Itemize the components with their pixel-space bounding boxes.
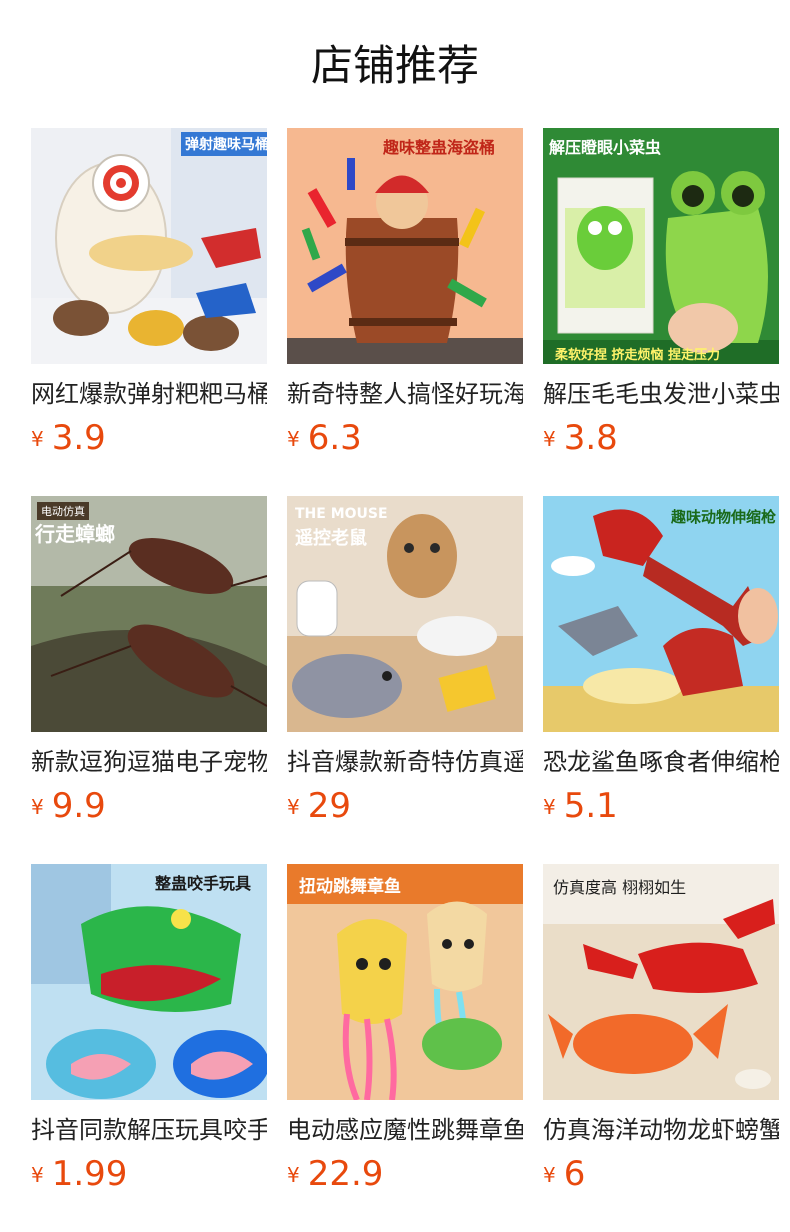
product-name[interactable]: 恐龙鲨鱼啄食者伸缩枪	[543, 746, 779, 778]
image-caption: 仿真度高 栩栩如生	[553, 878, 687, 897]
product-card[interactable]: 整蛊咬手玩具 抖音同款解压玩具咬手鳄鱼 ¥1.99	[31, 864, 267, 1194]
currency-symbol: ¥	[543, 1163, 556, 1187]
image-tag: THE MOUSE	[295, 506, 388, 522]
product-name[interactable]: 新奇特整人搞怪好玩海盗桶	[287, 378, 523, 410]
image-caption: 趣味整蛊海盗桶	[383, 138, 496, 157]
product-card[interactable]: 趣味动物伸缩枪 恐龙鲨鱼啄食者伸缩枪 ¥5.1	[543, 496, 779, 826]
currency-symbol: ¥	[31, 427, 44, 451]
product-grid: 弹射趣味马桶 网红爆款弹射粑粑马桶 ¥3.9 趣味整蛊海盗桶 新奇特整人搞怪好玩…	[31, 128, 779, 1194]
currency-symbol: ¥	[31, 1163, 44, 1187]
product-name[interactable]: 网红爆款弹射粑粑马桶	[31, 378, 267, 410]
product-image[interactable]: 扭动跳舞章鱼	[287, 864, 523, 1100]
product-name[interactable]: 电动感应魔性跳舞章鱼	[287, 1114, 523, 1146]
image-caption: 遥控老鼠	[295, 528, 367, 549]
image-caption: 趣味动物伸缩枪	[671, 508, 777, 526]
product-price: ¥6	[543, 1154, 585, 1194]
product-image[interactable]: 仿真度高 栩栩如生	[543, 864, 779, 1100]
product-image[interactable]: THE MOUSE 遥控老鼠	[287, 496, 523, 732]
dancing-octopus-icon	[287, 864, 523, 1100]
product-image[interactable]: 整蛊咬手玩具	[31, 864, 267, 1100]
image-caption: 整蛊咬手玩具	[155, 874, 252, 893]
dinosaur-grabber-icon	[543, 496, 779, 732]
product-card[interactable]: 解压瞪眼小菜虫 柔软好捏 挤走烦恼 捏走压力 解压毛毛虫发泄小菜虫 ¥3.8	[543, 128, 779, 458]
product-price: ¥9.9	[31, 786, 106, 826]
lobster-crab-icon	[543, 864, 779, 1100]
product-name[interactable]: 仿真海洋动物龙虾螃蟹	[543, 1114, 779, 1146]
product-card[interactable]: 扭动跳舞章鱼 电动感应魔性跳舞章鱼 ¥22.9	[287, 864, 523, 1194]
crocodile-dentist-icon	[31, 864, 267, 1100]
product-image[interactable]: 趣味整蛊海盗桶	[287, 128, 523, 364]
price-value: 29	[307, 786, 351, 826]
product-card[interactable]: 仿真度高 栩栩如生 仿真海洋动物龙虾螃蟹 ¥6	[543, 864, 779, 1194]
toilet-toy-icon	[31, 128, 267, 364]
product-price: ¥1.99	[31, 1154, 127, 1194]
image-caption: 行走蟑螂	[35, 522, 115, 546]
page-title: 店铺推荐	[310, 41, 479, 90]
product-price: ¥6.3	[287, 418, 362, 458]
product-image[interactable]: 电动仿真 行走蟑螂	[31, 496, 267, 732]
pirate-barrel-icon	[287, 128, 523, 364]
product-card[interactable]: 趣味整蛊海盗桶 新奇特整人搞怪好玩海盗桶 ¥6.3	[287, 128, 523, 458]
price-value: 5.1	[563, 786, 618, 826]
product-card[interactable]: 电动仿真 行走蟑螂 新款逗狗逗猫电子宠物蟑螂 ¥9.9	[31, 496, 267, 826]
product-price: ¥22.9	[287, 1154, 383, 1194]
currency-symbol: ¥	[543, 795, 556, 819]
product-image[interactable]: 解压瞪眼小菜虫 柔软好捏 挤走烦恼 捏走压力	[543, 128, 779, 364]
image-caption: 弹射趣味马桶	[181, 132, 267, 156]
price-value: 6	[563, 1154, 586, 1194]
price-value: 6.3	[307, 418, 362, 458]
product-price: ¥29	[287, 786, 351, 826]
price-value: 9.9	[51, 786, 106, 826]
currency-symbol: ¥	[543, 427, 556, 451]
product-name[interactable]: 新款逗狗逗猫电子宠物蟑螂	[31, 746, 267, 778]
product-name[interactable]: 抖音爆款新奇特仿真遥控老鼠	[287, 746, 523, 778]
currency-symbol: ¥	[31, 795, 44, 819]
product-name[interactable]: 解压毛毛虫发泄小菜虫	[543, 378, 779, 410]
product-price: ¥3.8	[543, 418, 618, 458]
price-value: 22.9	[307, 1154, 384, 1194]
currency-symbol: ¥	[287, 1163, 300, 1187]
image-caption: 解压瞪眼小菜虫	[549, 138, 662, 157]
product-card[interactable]: 弹射趣味马桶 网红爆款弹射粑粑马桶 ¥3.9	[31, 128, 267, 458]
product-card[interactable]: THE MOUSE 遥控老鼠 抖音爆款新奇特仿真遥控老鼠 ¥29	[287, 496, 523, 826]
price-value: 3.8	[563, 418, 618, 458]
squeeze-bug-icon	[543, 128, 779, 364]
currency-symbol: ¥	[287, 795, 300, 819]
image-caption: 扭动跳舞章鱼	[299, 877, 401, 897]
product-image[interactable]: 弹射趣味马桶	[31, 128, 267, 364]
product-image[interactable]: 趣味动物伸缩枪	[543, 496, 779, 732]
product-name[interactable]: 抖音同款解压玩具咬手鳄鱼	[31, 1114, 267, 1146]
product-price: ¥5.1	[543, 786, 618, 826]
price-value: 1.99	[51, 1154, 128, 1194]
currency-symbol: ¥	[287, 427, 300, 451]
image-caption: 柔软好捏 挤走烦恼 捏走压力	[555, 348, 721, 363]
price-value: 3.9	[51, 418, 106, 458]
product-price: ¥3.9	[31, 418, 106, 458]
